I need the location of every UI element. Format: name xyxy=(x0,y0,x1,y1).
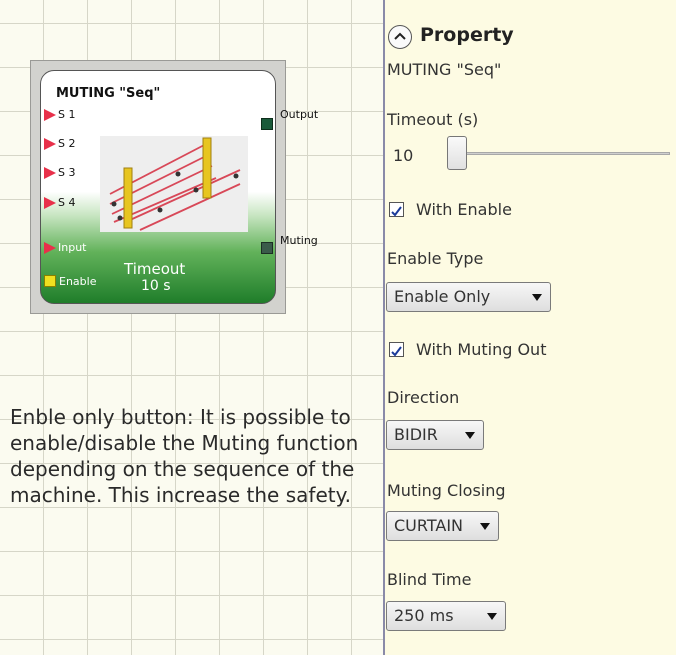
enable-type-label: Enable Type xyxy=(387,249,484,268)
block-name-label: MUTING "Seq" xyxy=(387,60,502,79)
dropdown-arrow-icon xyxy=(480,523,490,530)
muting-closing-select[interactable]: CURTAIN xyxy=(386,511,499,541)
dropdown-arrow-icon xyxy=(465,432,475,439)
input-pin-s4-icon[interactable] xyxy=(44,197,56,209)
direction-label: Direction xyxy=(387,388,460,407)
muting-pin-icon[interactable] xyxy=(261,242,273,254)
enable-type-select[interactable]: Enable Only xyxy=(386,282,551,312)
blind-time-value: 250 ms xyxy=(394,606,454,625)
with-muting-out-checkbox[interactable] xyxy=(389,342,404,357)
blind-time-select[interactable]: 250 ms xyxy=(386,601,506,631)
with-enable-label: With Enable xyxy=(416,200,512,219)
output-pin-icon[interactable] xyxy=(261,118,273,130)
block-title: MUTING "Seq" xyxy=(56,86,161,101)
dropdown-arrow-icon xyxy=(487,613,497,620)
collapse-button[interactable] xyxy=(388,25,412,49)
input-label-s3: S 3 xyxy=(58,166,76,179)
input-pin-s2-icon[interactable] xyxy=(44,138,56,150)
chevron-up-icon xyxy=(394,32,406,40)
with-enable-checkbox[interactable] xyxy=(389,202,404,217)
timeout-value-field: 10 xyxy=(393,146,414,165)
timeout-slider-thumb[interactable] xyxy=(447,136,467,170)
with-muting-out-label: With Muting Out xyxy=(416,340,547,359)
input-pin-s3-icon[interactable] xyxy=(44,167,56,179)
timeout-slider-track[interactable] xyxy=(460,152,670,155)
muting-label: Muting xyxy=(280,234,318,247)
property-panel xyxy=(385,0,676,655)
enable-type-value: Enable Only xyxy=(394,287,491,306)
input-pin-s1-icon[interactable] xyxy=(44,109,56,121)
input-label-s1: S 1 xyxy=(58,108,76,121)
timeout-caption: Timeout xyxy=(124,260,186,278)
light-curtain-image xyxy=(100,136,248,232)
direction-value: BIDIR xyxy=(394,425,438,444)
check-icon xyxy=(391,206,402,217)
input-label-s4: S 4 xyxy=(58,196,76,209)
panel-header: Property xyxy=(420,24,514,46)
description-text: Enble only button: It is possible to ena… xyxy=(10,405,359,507)
input-label-enable: Enable xyxy=(59,275,97,288)
input-pin-input-icon[interactable] xyxy=(44,242,56,254)
output-label: Output xyxy=(280,108,319,121)
dropdown-arrow-icon xyxy=(532,294,542,301)
muting-closing-label: Muting Closing xyxy=(387,481,506,500)
muting-closing-value: CURTAIN xyxy=(394,516,463,535)
blind-time-label: Blind Time xyxy=(387,570,472,589)
input-label-input: Input xyxy=(58,241,87,254)
timeout-value: 10 s xyxy=(141,278,171,294)
check-icon xyxy=(391,346,402,357)
timeout-label: Timeout (s) xyxy=(387,110,479,129)
input-label-s2: S 2 xyxy=(58,137,76,150)
direction-select[interactable]: BIDIR xyxy=(386,420,484,450)
enable-pin-icon[interactable] xyxy=(44,275,56,287)
